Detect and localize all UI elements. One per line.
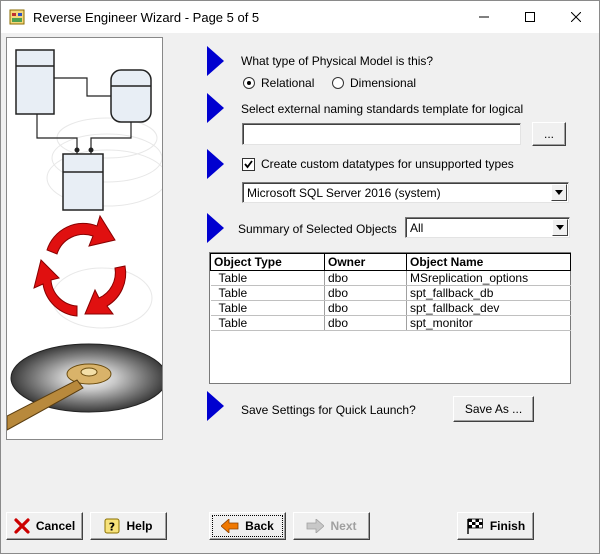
objects-table: Object Type Owner Object Name Table dbo …: [210, 253, 571, 331]
help-icon: ?: [104, 518, 120, 534]
summary-label: Summary of Selected Objects: [238, 222, 397, 236]
radio-dimensional[interactable]: Dimensional: [332, 76, 416, 90]
radio-relational[interactable]: Relational: [243, 76, 314, 90]
chevron-down-icon: [556, 225, 564, 230]
step-arrow-icon: [207, 46, 224, 76]
maximize-button[interactable]: [507, 1, 553, 33]
title-bar: Reverse Engineer Wizard - Page 5 of 5: [1, 1, 599, 33]
dropdown-button[interactable]: [552, 219, 568, 236]
column-header[interactable]: Object Name: [406, 253, 571, 271]
physical-model-question: What type of Physical Model is this?: [241, 54, 434, 68]
cell-object-type: Table: [210, 270, 325, 286]
cell-object-name: spt_fallback_dev: [406, 300, 571, 316]
column-header[interactable]: Object Type: [210, 253, 325, 271]
target-database-value: Microsoft SQL Server 2016 (system): [247, 186, 441, 200]
window-title: Reverse Engineer Wizard - Page 5 of 5: [33, 10, 260, 25]
wizard-illustration: [6, 37, 168, 440]
back-arrow-icon: [221, 519, 239, 533]
radio-relational-indicator[interactable]: [243, 77, 255, 89]
maximize-icon: [525, 12, 535, 22]
reverse-engineer-graphic: [6, 49, 168, 431]
back-button[interactable]: Back: [209, 512, 286, 540]
step-arrow-icon: [207, 149, 224, 179]
cycle-arrows-icon: [33, 214, 127, 317]
table-row[interactable]: Table dbo spt_fallback_dev: [210, 300, 571, 316]
table-row[interactable]: Table dbo spt_monitor: [210, 315, 571, 331]
cancel-button[interactable]: Cancel: [6, 512, 83, 540]
selected-objects-grid[interactable]: Object Type Owner Object Name Table dbo …: [209, 252, 571, 384]
quick-launch-label: Save Settings for Quick Launch?: [241, 403, 416, 417]
save-as-button[interactable]: Save As ...: [453, 396, 534, 422]
next-button[interactable]: Next: [293, 512, 370, 540]
next-arrow-icon: [307, 519, 325, 533]
step-arrow-icon: [207, 391, 224, 421]
next-button-label: Next: [330, 519, 357, 533]
finish-button[interactable]: Finish: [457, 512, 534, 540]
finish-button-label: Finish: [489, 519, 526, 533]
minimize-icon: [479, 16, 489, 18]
step-arrow-icon: [207, 93, 224, 123]
hard-disk-icon: [6, 343, 168, 431]
cell-object-type: Table: [210, 315, 325, 331]
cell-object-name: spt_fallback_db: [406, 285, 571, 301]
cancel-button-label: Cancel: [35, 519, 76, 533]
chevron-down-icon: [555, 190, 563, 195]
back-button-label: Back: [245, 519, 274, 533]
checkmark-icon: [244, 159, 253, 168]
summary-filter-value: All: [410, 221, 424, 235]
table-row[interactable]: Table dbo MSreplication_options: [210, 270, 571, 286]
dropdown-button[interactable]: [551, 184, 567, 201]
radio-dimensional-indicator[interactable]: [332, 77, 344, 89]
save-as-button-label: Save As ...: [464, 402, 523, 416]
browse-button[interactable]: ...: [532, 122, 566, 146]
cell-object-type: Table: [210, 285, 325, 301]
custom-datatypes-checkbox[interactable]: Create custom datatypes for unsupported …: [242, 157, 514, 171]
cell-object-type: Table: [210, 300, 325, 316]
help-button-label: Help: [126, 519, 153, 533]
radio-relational-label: Relational: [261, 76, 315, 90]
cell-owner: dbo: [324, 285, 407, 301]
checkbox-box[interactable]: [242, 157, 255, 171]
minimize-button[interactable]: [461, 1, 507, 33]
radio-dimensional-label: Dimensional: [350, 76, 417, 90]
step-arrow-icon: [207, 213, 224, 243]
target-database-select[interactable]: Microsoft SQL Server 2016 (system): [242, 182, 569, 203]
naming-standards-input[interactable]: [242, 123, 521, 145]
browse-button-label: ...: [543, 127, 554, 141]
cell-owner: dbo: [324, 315, 407, 331]
column-header[interactable]: Owner: [324, 253, 407, 271]
table-row[interactable]: Table dbo spt_fallback_db: [210, 285, 571, 301]
close-icon: [571, 12, 581, 22]
naming-standards-label: Select external naming standards templat…: [241, 102, 524, 116]
cell-owner: dbo: [324, 300, 407, 316]
cancel-x-icon: [14, 518, 30, 534]
svg-text:?: ?: [109, 521, 115, 534]
close-button[interactable]: [553, 1, 599, 33]
app-icon: [9, 9, 25, 25]
table-header-row: Object Type Owner Object Name: [210, 253, 571, 271]
checkered-flag-icon: [467, 518, 483, 534]
help-button[interactable]: ? Help: [90, 512, 167, 540]
cell-object-name: MSreplication_options: [406, 270, 571, 286]
cell-object-name: spt_monitor: [406, 315, 571, 331]
custom-datatypes-label: Create custom datatypes for unsupported …: [261, 157, 514, 171]
cell-owner: dbo: [324, 270, 407, 286]
wizard-window: Reverse Engineer Wizard - Page 5 of 5 Wh…: [0, 0, 600, 554]
summary-filter-select[interactable]: All: [405, 217, 570, 238]
